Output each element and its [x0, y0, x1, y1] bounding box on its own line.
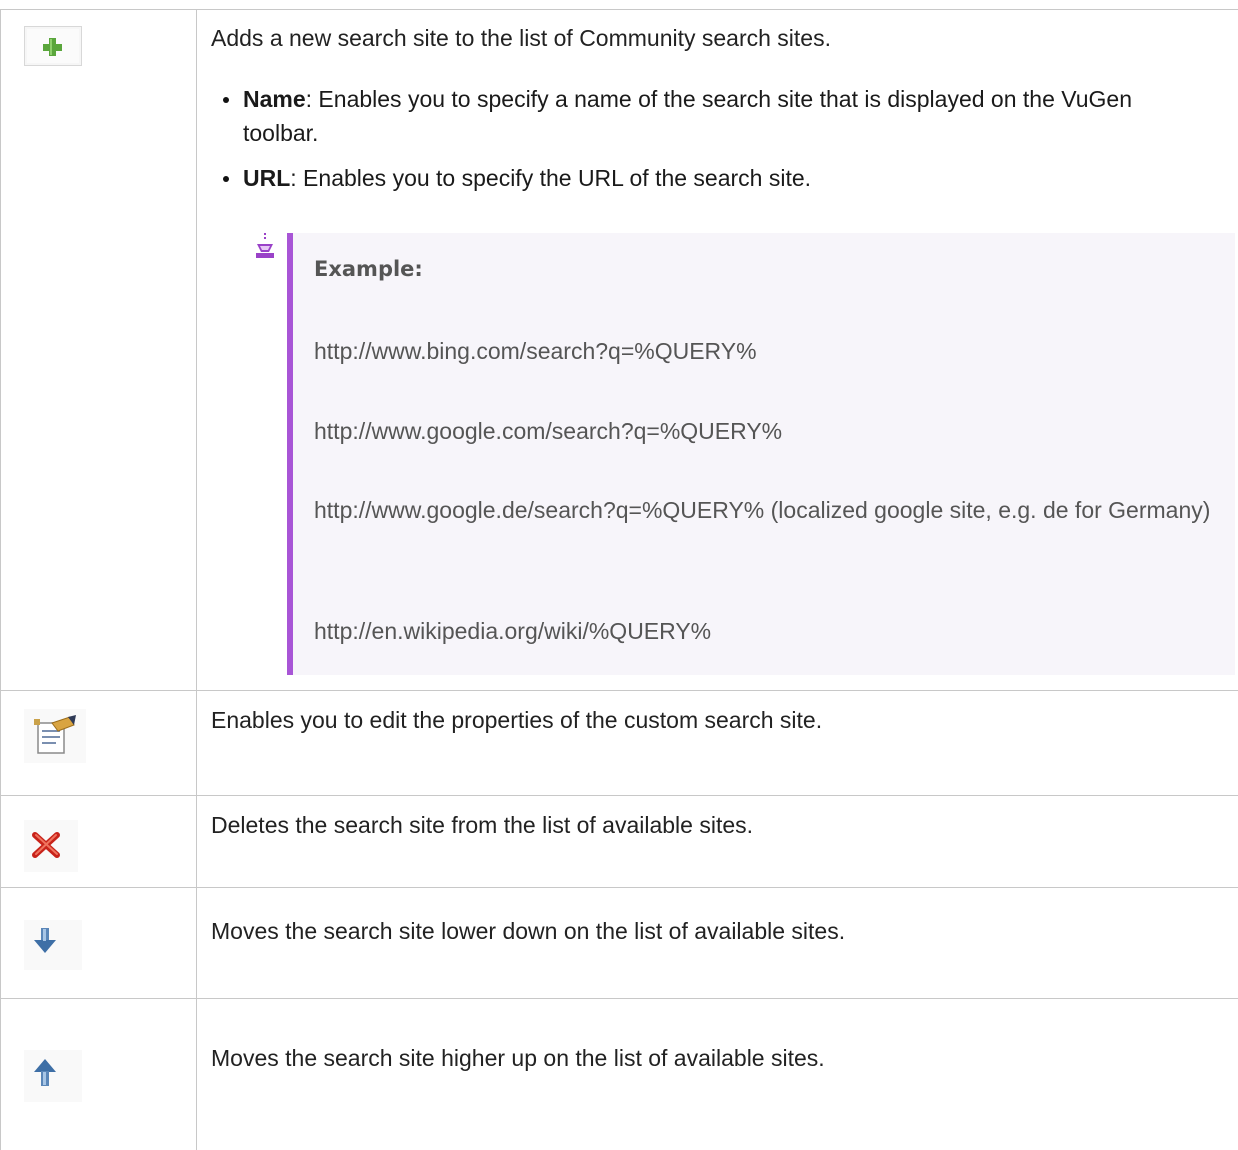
move-down-description: Moves the search site lower down on the …: [211, 918, 846, 944]
list-item: Name: Enables you to specify a name of t…: [223, 82, 1213, 150]
edit-properties-icon[interactable]: [24, 709, 86, 763]
example-icon: [255, 232, 275, 265]
add-options-list: Name: Enables you to specify a name of t…: [223, 82, 1213, 206]
red-x-delete-icon[interactable]: [24, 820, 78, 872]
row-divider: [0, 998, 1238, 999]
up-arrow-icon[interactable]: [24, 1050, 82, 1102]
row-divider: [0, 795, 1238, 796]
example-url: http://www.bing.com/search?q=%QUERY%: [314, 338, 757, 364]
table-border-top: [0, 9, 1238, 10]
green-plus-icon[interactable]: [24, 26, 82, 66]
search-sites-options-table: Adds a new search site to the list of Co…: [0, 0, 1238, 1150]
example-heading: Example:: [314, 257, 423, 281]
example-accent-bar: [287, 233, 293, 675]
example-box: Example: http://www.bing.com/search?q=%Q…: [287, 233, 1235, 675]
option-term: URL: [243, 165, 291, 191]
move-up-description: Moves the search site higher up on the l…: [211, 1045, 825, 1071]
row-divider: [0, 887, 1238, 888]
down-arrow-icon[interactable]: [24, 920, 82, 970]
list-item: URL: Enables you to specify the URL of t…: [223, 161, 1213, 195]
option-text: : Enables you to specify the URL of the …: [290, 165, 812, 191]
row-divider: [0, 690, 1238, 691]
option-text: : Enables you to specify a name of the s…: [243, 86, 1133, 146]
column-divider: [196, 9, 197, 1150]
edit-description: Enables you to edit the properties of th…: [211, 707, 823, 733]
example-url: http://www.google.com/search?q=%QUERY%: [314, 418, 783, 444]
add-description: Adds a new search site to the list of Co…: [211, 25, 831, 51]
table-border-left: [0, 9, 1, 1150]
option-term: Name: [243, 86, 306, 112]
example-url: http://en.wikipedia.org/wiki/%QUERY%: [314, 618, 712, 644]
example-url: http://www.google.de/search?q=%QUERY% (l…: [314, 497, 1211, 523]
delete-description: Deletes the search site from the list of…: [211, 812, 754, 838]
